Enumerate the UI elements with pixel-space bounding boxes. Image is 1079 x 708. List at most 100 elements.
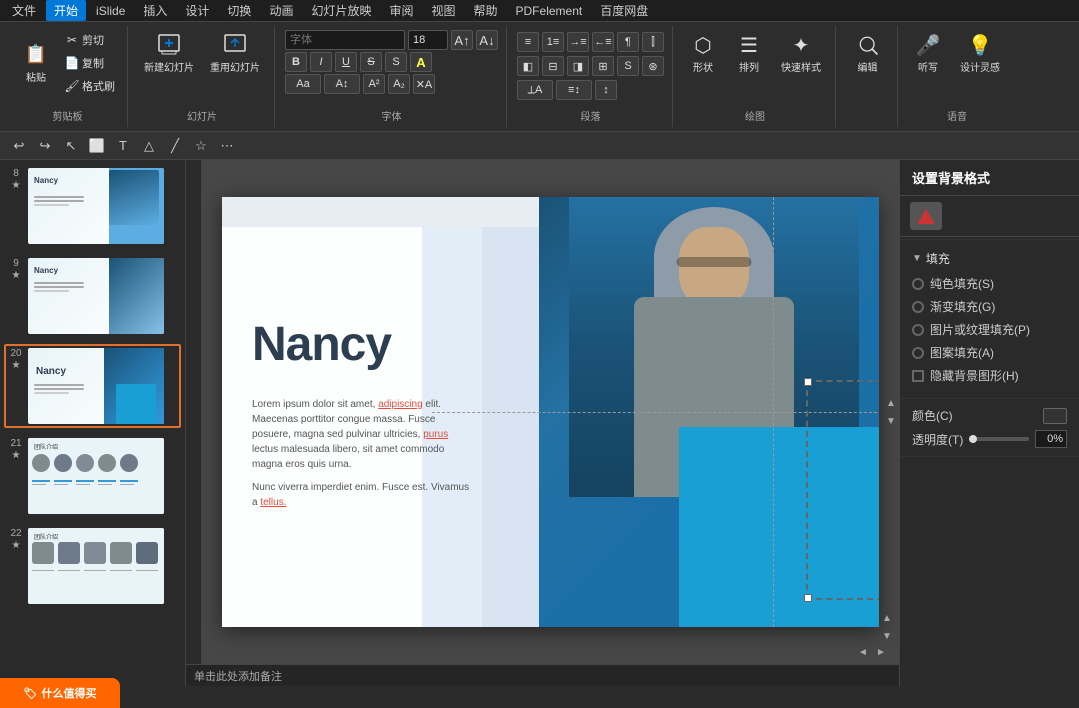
menu-file[interactable]: 文件 <box>4 0 44 21</box>
char-spacing-btn[interactable]: Aa <box>285 74 321 94</box>
cut-label: 剪切 <box>82 32 104 48</box>
arrange-button[interactable]: ☰ 排列 <box>729 30 769 77</box>
slide-thumb-8[interactable]: 8 ★ Nancy <box>4 164 181 248</box>
more-tool-button[interactable]: ⋯ <box>216 135 238 157</box>
bottom-scroll-up[interactable]: ▲ <box>879 610 895 626</box>
font-color-btn[interactable]: A <box>410 52 432 72</box>
status-bar[interactable]: 单击此处添加备注 <box>186 664 899 686</box>
redo-button[interactable]: ↪ <box>34 135 56 157</box>
indent-right-btn[interactable]: →≡ <box>567 32 589 52</box>
slide-img-8: Nancy <box>28 168 164 244</box>
slide-img-22: 团队介绍 <box>28 528 164 604</box>
menu-insert[interactable]: 插入 <box>135 0 175 21</box>
opacity-slider[interactable] <box>969 437 1029 441</box>
font-decrease-btn[interactable]: A↓ <box>476 30 498 50</box>
paste-button[interactable]: 📋 粘贴 <box>16 40 56 87</box>
format-painter-button[interactable]: 🖌 格式刷 <box>60 76 119 96</box>
ribbon-group-slides: 新建幻灯片 重用幻灯片 幻灯片 <box>130 26 275 127</box>
fill-icon-btn[interactable] <box>910 202 942 230</box>
strikethrough-button[interactable]: S <box>360 52 382 72</box>
menu-baiduyun[interactable]: 百度网盘 <box>592 0 656 21</box>
new-slide-button[interactable]: 新建幻灯片 <box>138 30 200 77</box>
text-tool-button[interactable]: T <box>112 135 134 157</box>
copy-button[interactable]: 📄 复制 <box>60 53 119 73</box>
slide-thumb-21[interactable]: 21 ★ 团队介绍 <box>4 434 181 518</box>
convert-smartart-btn[interactable]: ⊛ <box>642 56 664 76</box>
columns-btn[interactable]: ⫿ <box>642 32 664 52</box>
picture-fill-option[interactable]: 图片或纹理填充(P) <box>912 321 1067 338</box>
paste-label: 粘贴 <box>26 69 46 84</box>
hide-bg-option[interactable]: 隐藏背景图形(H) <box>912 367 1067 384</box>
bullet-list-btn[interactable]: ≡ <box>517 32 539 52</box>
design-inspire-button[interactable]: 💡 设计灵感 <box>954 30 1006 77</box>
indent-left-btn[interactable]: ←≡ <box>592 32 614 52</box>
reuse-slide-button[interactable]: 重用幻灯片 <box>204 30 266 77</box>
italic-button[interactable]: I <box>310 52 332 72</box>
slide-thumb-20[interactable]: 20 ★ Nancy <box>4 344 181 428</box>
slide-canvas[interactable]: ▲ ▼ <box>202 160 899 664</box>
menu-slideshow[interactable]: 幻灯片放映 <box>303 0 379 21</box>
menu-pdfelement[interactable]: PDFelement <box>508 2 591 20</box>
shape-button[interactable]: ⬡ 形状 <box>683 30 723 77</box>
slide-thumb-22[interactable]: 22 ★ 团队介绍 <box>4 524 181 608</box>
solid-fill-radio <box>912 278 924 290</box>
pointer-button[interactable]: ↖ <box>60 135 82 157</box>
link-tellus[interactable]: tellus. <box>260 497 286 508</box>
menu-design[interactable]: 设计 <box>177 0 217 21</box>
menu-home[interactable]: 开始 <box>46 0 86 21</box>
text-shadow-btn2[interactable]: S <box>617 56 639 76</box>
justify-btn[interactable]: ⊞ <box>592 56 614 76</box>
t21-names <box>32 480 138 485</box>
right-scroll-left[interactable]: ◄ <box>855 644 871 660</box>
shadow-button[interactable]: S <box>385 52 407 72</box>
pattern-fill-option[interactable]: 图案填充(A) <box>912 344 1067 361</box>
font-increase-btn[interactable]: A↑ <box>451 30 473 50</box>
scroll-up-arrow[interactable]: ▲ <box>883 395 899 411</box>
text-direction-btn[interactable]: ⟂A <box>517 80 553 100</box>
quick-style-button[interactable]: ✦ 快速样式 <box>775 30 827 77</box>
menu-switch[interactable]: 切换 <box>219 0 259 21</box>
solid-fill-option[interactable]: 纯色填充(S) <box>912 275 1067 292</box>
subscript-btn[interactable]: A₂ <box>388 74 410 94</box>
font-size-input[interactable] <box>408 30 448 50</box>
t20-title: Nancy <box>36 366 66 377</box>
menu-animation[interactable]: 动画 <box>261 0 301 21</box>
numbered-list-btn[interactable]: 1≡ <box>542 32 564 52</box>
superscript-btn[interactable]: A² <box>363 74 385 94</box>
star-tool-button[interactable]: ☆ <box>190 135 212 157</box>
line-spacing-btn[interactable]: ↕ <box>595 80 617 100</box>
shapes-tool-button[interactable]: △ <box>138 135 160 157</box>
opacity-input[interactable] <box>1035 430 1067 448</box>
link-purus[interactable]: purus <box>423 429 448 440</box>
align-left-btn[interactable]: ◧ <box>517 56 539 76</box>
align-text-btn[interactable]: ≡↕ <box>556 80 592 100</box>
editing-button[interactable]: 编辑 <box>848 30 888 77</box>
lines-tool-button[interactable]: ╱ <box>164 135 186 157</box>
align-center-btn[interactable]: ⊟ <box>542 56 564 76</box>
menu-help[interactable]: 帮助 <box>466 0 506 21</box>
undo-button[interactable]: ↩ <box>8 135 30 157</box>
fill-arrow: ▼ <box>912 253 922 264</box>
t20-lines <box>34 384 84 396</box>
color-swatch[interactable] <box>1043 408 1067 424</box>
gradient-fill-option[interactable]: 渐变填充(G) <box>912 298 1067 315</box>
slide-frame[interactable]: Nancy Lorem ipsum dolor sit amet, adipis… <box>222 197 879 627</box>
menu-review[interactable]: 审阅 <box>381 0 421 21</box>
clear-format-btn[interactable]: ✕A <box>413 74 435 94</box>
slide-thumb-9[interactable]: 9 ★ Nancy <box>4 254 181 338</box>
cut-button[interactable]: ✂ 剪切 <box>60 30 119 50</box>
link-adipiscing[interactable]: adipiscing <box>378 399 422 410</box>
scroll-down-arrow[interactable]: ▼ <box>883 413 899 429</box>
paragraph-dir-btn[interactable]: ¶ <box>617 32 639 52</box>
menu-islide[interactable]: iSlide <box>88 2 133 20</box>
bottom-scroll-down[interactable]: ▼ <box>879 628 895 644</box>
underline-button[interactable]: U <box>335 52 357 72</box>
listen-button[interactable]: 🎤 听写 <box>908 30 948 77</box>
font-size-btn2[interactable]: A↕ <box>324 74 360 94</box>
right-scroll-right[interactable]: ► <box>873 644 889 660</box>
box-select-button[interactable]: ⬜ <box>86 135 108 157</box>
menu-view[interactable]: 视图 <box>423 0 463 21</box>
align-right-btn[interactable]: ◨ <box>567 56 589 76</box>
bold-button[interactable]: B <box>285 52 307 72</box>
font-name-input[interactable] <box>285 30 405 50</box>
